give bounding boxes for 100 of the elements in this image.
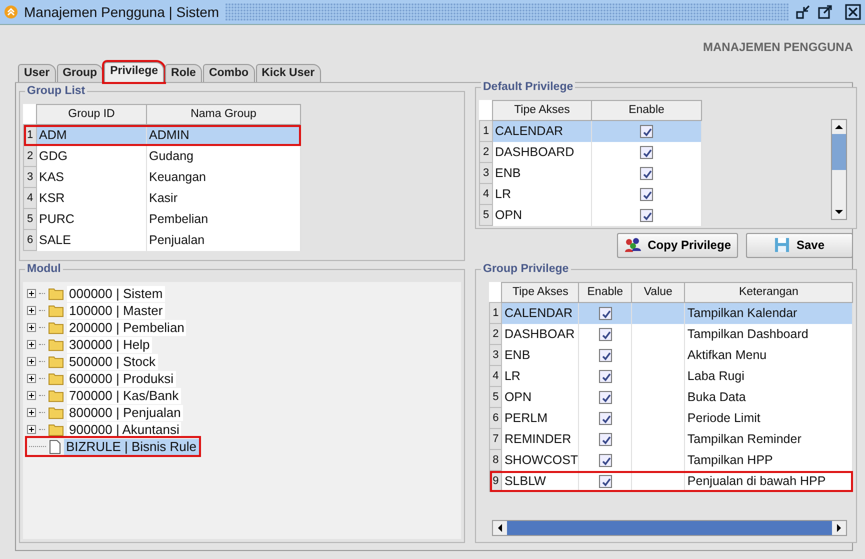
panel-title: Default Privilege xyxy=(481,80,576,94)
table-cell: Penjualan di bawah HPP xyxy=(684,470,852,492)
tree-item[interactable]: 700000 | Kas/Bank xyxy=(67,388,181,404)
checkbox[interactable] xyxy=(598,328,612,341)
checkbox[interactable] xyxy=(640,146,653,159)
expand-icon[interactable] xyxy=(27,391,36,400)
window-title: Manajemen Pengguna | Sistem xyxy=(24,2,220,22)
table-row[interactable]: 7 REMINDER Tampilkan Reminder xyxy=(490,428,852,450)
column-header: Value xyxy=(631,282,685,302)
checkbox[interactable] xyxy=(598,412,612,425)
expand-icon[interactable] xyxy=(27,425,36,434)
table-cell: Buka Data xyxy=(684,386,852,408)
checkbox[interactable] xyxy=(640,188,653,201)
table-row[interactable]: 1 CALENDAR Tampilkan Kalendar xyxy=(490,302,852,324)
checkbox[interactable] xyxy=(640,125,653,138)
table-row[interactable]: 1 ADM ADMIN xyxy=(24,124,300,146)
table-cell: Aktifkan Menu xyxy=(684,344,852,366)
expand-icon[interactable] xyxy=(27,323,36,332)
checkbox[interactable] xyxy=(598,348,612,362)
tree-item[interactable]: 500000 | Stock xyxy=(67,354,158,370)
checkbox[interactable] xyxy=(598,432,612,446)
table-row[interactable]: 2 GDG Gudang xyxy=(24,146,300,166)
expand-icon[interactable] xyxy=(27,408,36,417)
tree-item[interactable]: 000000 | Sistem xyxy=(67,286,165,302)
table-row[interactable]: 9 SLBLW Penjualan di bawah HPP xyxy=(490,470,852,492)
panel-title: Group List xyxy=(25,84,88,98)
table-cell: Penjualan xyxy=(146,230,300,250)
checkbox[interactable] xyxy=(598,307,612,320)
tree-item[interactable]: 200000 | Pembelian xyxy=(67,320,186,336)
row-number: 7 xyxy=(490,428,502,450)
table-cell: Keuangan xyxy=(146,166,300,188)
folder-icon xyxy=(48,372,64,385)
table-row[interactable]: 4 KSR Kasir xyxy=(24,188,300,208)
row-number: 1 xyxy=(24,124,36,146)
folder-icon xyxy=(48,304,64,317)
folder-icon xyxy=(48,389,64,402)
tree-item[interactable]: 600000 | Produksi xyxy=(67,370,176,386)
tab[interactable]: Combo xyxy=(202,64,255,82)
table-row[interactable]: 8 SHOWCOST Tampilkan HPP xyxy=(490,450,852,470)
tree-item[interactable]: BIZRULE | Bisnis Rule xyxy=(64,438,199,454)
checkbox[interactable] xyxy=(598,474,612,488)
row-number: 3 xyxy=(24,166,36,188)
table-cell: Tampilkan Kalendar xyxy=(684,302,852,324)
table-row[interactable]: 1 CALENDAR xyxy=(480,120,702,142)
row-number: 1 xyxy=(490,302,502,324)
expand-icon[interactable] xyxy=(27,357,36,366)
horizontal-scrollbar[interactable] xyxy=(492,520,847,536)
table-cell: SLBLW xyxy=(502,470,579,492)
table-row[interactable]: 2 DASHBOAR Tampilkan Dashboard xyxy=(490,324,852,344)
save-button[interactable]: Save xyxy=(746,232,853,258)
table-cell: CALENDAR xyxy=(502,302,579,324)
checkbox[interactable] xyxy=(598,370,612,383)
tab[interactable]: Group xyxy=(56,64,104,82)
table-row[interactable]: 3 ENB xyxy=(480,162,702,184)
table-cell: REMINDER xyxy=(502,428,579,450)
tree-item[interactable]: 300000 | Help xyxy=(67,336,152,352)
tab[interactable]: Role xyxy=(165,64,202,82)
table-row[interactable]: 5 PURC Pembelian xyxy=(24,208,300,230)
table-cell: Periode Limit xyxy=(684,408,852,428)
restore-icon[interactable] xyxy=(795,4,811,20)
tree-item[interactable]: 800000 | Penjualan xyxy=(67,404,183,420)
maximize-icon[interactable] xyxy=(817,4,833,20)
expand-icon[interactable] xyxy=(27,374,36,383)
tab[interactable]: Kick User xyxy=(256,64,321,82)
table-cell: PURC xyxy=(36,208,146,230)
expand-icon[interactable] xyxy=(27,306,36,315)
table-row[interactable]: 6 SALE Penjualan xyxy=(24,230,300,250)
table-cell: Laba Rugi xyxy=(684,366,852,386)
copy-button[interactable]: Copy Privilege xyxy=(616,232,738,258)
tree-item[interactable]: 100000 | Master xyxy=(67,302,165,318)
table-row[interactable]: 2 DASHBOARD xyxy=(480,142,702,162)
table-cell: KAS xyxy=(36,166,146,188)
checkbox[interactable] xyxy=(598,390,612,404)
close-icon[interactable] xyxy=(845,4,861,20)
row-number: 1 xyxy=(480,120,492,142)
tab[interactable]: Privilege xyxy=(104,62,164,82)
table-row[interactable]: 3 KAS Keuangan xyxy=(24,166,300,188)
checkbox[interactable] xyxy=(640,166,653,180)
table-row[interactable]: 5 OPN xyxy=(480,204,702,226)
folder-icon xyxy=(48,321,64,334)
checkbox[interactable] xyxy=(640,208,653,222)
tab[interactable]: User xyxy=(18,64,56,82)
table-cell: GDG xyxy=(36,146,146,166)
checkbox[interactable] xyxy=(598,454,612,467)
table-row[interactable]: 4 LR Laba Rugi xyxy=(490,366,852,386)
page-heading: MANAJEMEN PENGGUNA xyxy=(702,39,853,56)
table-cell: ADMIN xyxy=(146,124,300,146)
table-cell: Pembelian xyxy=(146,208,300,230)
table-cell: CALENDAR xyxy=(492,120,592,142)
table-row[interactable]: 3 ENB Aktifkan Menu xyxy=(490,344,852,366)
column-header: Tipe Akses xyxy=(502,282,579,302)
table-cell: DASHBOARD xyxy=(492,142,592,162)
row-number: 3 xyxy=(480,162,492,184)
table-row[interactable]: 4 LR xyxy=(480,184,702,204)
table-cell: Tampilkan Dashboard xyxy=(684,324,852,344)
table-row[interactable]: 6 PERLM Periode Limit xyxy=(490,408,852,428)
expand-icon[interactable] xyxy=(27,340,36,349)
expand-icon[interactable] xyxy=(27,289,36,298)
table-row[interactable]: 5 OPN Buka Data xyxy=(490,386,852,408)
vertical-scrollbar[interactable] xyxy=(831,119,847,220)
